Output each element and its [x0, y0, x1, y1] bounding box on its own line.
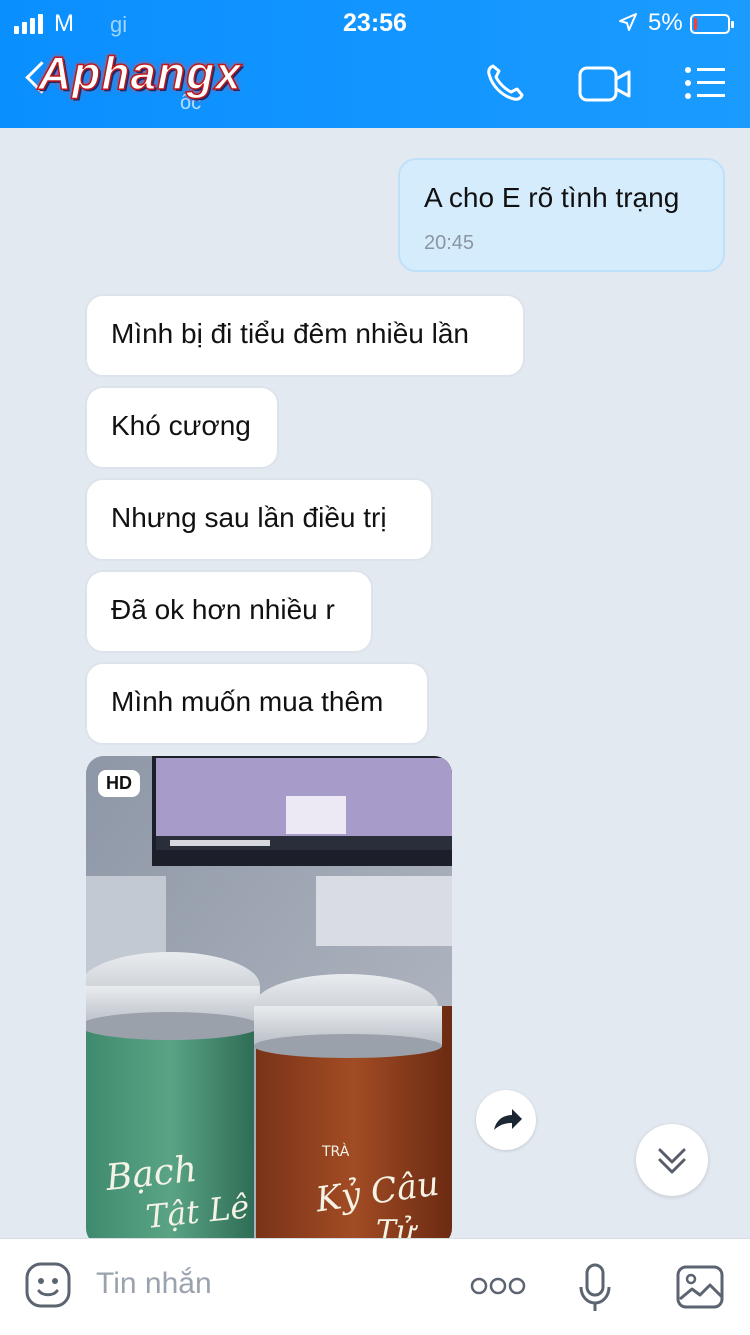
message-text: Mình muốn mua thêm: [111, 686, 384, 717]
message-composer: Tin nhắn: [0, 1238, 750, 1335]
video-call-icon[interactable]: [578, 64, 632, 109]
microphone-icon[interactable]: [578, 1263, 612, 1318]
sticker-icon[interactable]: [24, 1261, 72, 1314]
message-bubble-incoming[interactable]: Mình bị đi tiểu đêm nhiều lần: [85, 294, 525, 377]
photo-image: Bạch Tật Lê TRÀ Kỷ Câu Tử: [86, 756, 452, 1238]
watermark-logo: Aphangx: [37, 46, 242, 100]
svg-text:Tử: Tử: [376, 1214, 418, 1238]
chat-title: gi: [110, 12, 128, 37]
message-bubble-outgoing[interactable]: A cho E rõ tình trạng 20:45: [398, 158, 725, 272]
battery-percent: 5%: [648, 9, 683, 36]
svg-text:TRÀ: TRÀ: [321, 1143, 350, 1160]
message-bubble-incoming[interactable]: Khó cương: [85, 386, 279, 469]
message-time: 20:45: [424, 232, 475, 254]
message-text: Khó cương: [111, 410, 251, 441]
location-icon: [618, 12, 638, 38]
menu-icon[interactable]: [684, 66, 726, 105]
message-text: Mình bị đi tiểu đêm nhiều lần: [111, 318, 469, 349]
hd-badge: HD: [98, 770, 140, 797]
phone-icon[interactable]: [484, 62, 526, 109]
battery-icon: [690, 14, 734, 34]
image-icon[interactable]: [676, 1265, 724, 1314]
message-text: A cho E rõ tình trạng: [424, 182, 680, 213]
message-input[interactable]: Tin nhắn: [96, 1267, 212, 1301]
scroll-down-icon[interactable]: [636, 1124, 708, 1196]
more-icon[interactable]: [470, 1275, 526, 1302]
message-text: Đã ok hơn nhiều r: [111, 594, 335, 625]
chat-header: M 23:56 5% gi ốc Aphangx: [0, 0, 750, 128]
message-bubble-incoming[interactable]: Nhưng sau lần điều trị: [85, 478, 433, 561]
message-bubble-incoming[interactable]: Đã ok hơn nhiều r: [85, 570, 373, 653]
message-text: Nhưng sau lần điều trị: [111, 502, 387, 533]
share-icon[interactable]: [476, 1090, 536, 1150]
message-list[interactable]: A cho E rõ tình trạng 20:45 Mình bị đi t…: [0, 128, 750, 1238]
photo-message[interactable]: Bạch Tật Lê TRÀ Kỷ Câu Tử HD: [86, 756, 452, 1238]
message-bubble-incoming[interactable]: Mình muốn mua thêm: [85, 662, 429, 745]
